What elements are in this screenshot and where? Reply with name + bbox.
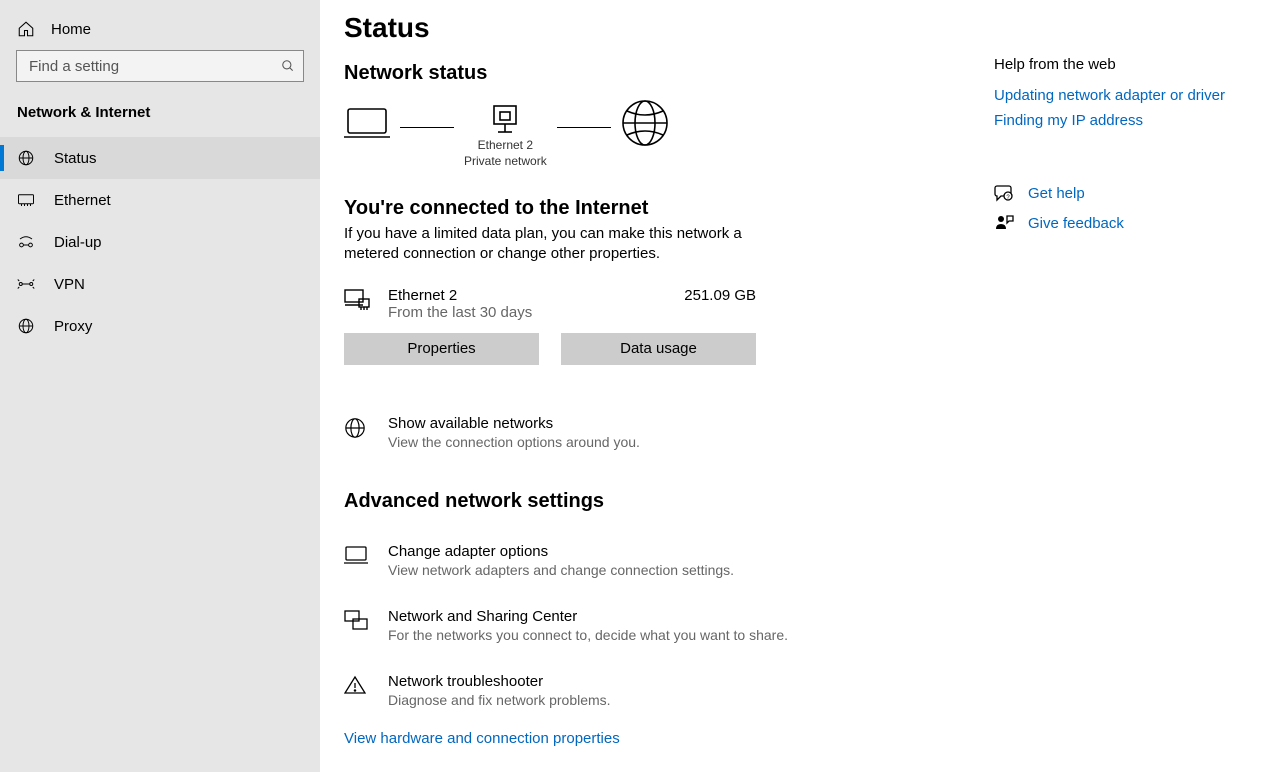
device-icon <box>344 105 390 169</box>
view-hardware-link[interactable]: View hardware and connection properties <box>344 730 970 747</box>
sidebar-item-dialup[interactable]: Dial-up <box>0 221 320 263</box>
dialup-icon <box>17 233 35 251</box>
action-title: Network and Sharing Center <box>388 608 788 625</box>
properties-button[interactable]: Properties <box>344 333 539 365</box>
action-title: Change adapter options <box>388 543 734 560</box>
page-title: Status <box>344 12 970 44</box>
ethernet-icon <box>17 191 35 209</box>
help-link-adapter[interactable]: Updating network adapter or driver <box>994 87 1264 104</box>
diagram-connector <box>557 127 611 128</box>
warning-icon <box>344 675 368 708</box>
home-label: Home <box>51 21 91 38</box>
sidebar-item-ethernet[interactable]: Ethernet <box>0 179 320 221</box>
sidebar-item-label: Ethernet <box>54 192 111 209</box>
adapter-icon <box>344 545 368 578</box>
data-usage-button[interactable]: Data usage <box>561 333 756 365</box>
home-nav[interactable]: Home <box>0 14 320 50</box>
action-title: Show available networks <box>388 415 640 432</box>
action-title: Network troubleshooter <box>388 673 611 690</box>
search-input[interactable] <box>27 57 281 76</box>
settings-window: Home Network & Internet Status Ethernet <box>0 0 1274 772</box>
network-diagram: Ethernet 2 Private network <box>344 99 970 175</box>
sidebar-item-vpn[interactable]: VPN <box>0 263 320 305</box>
network-type: Private network <box>464 154 547 170</box>
connection-name: Ethernet 2 <box>388 287 684 304</box>
sidebar-item-label: VPN <box>54 276 85 293</box>
globe-icon <box>344 417 368 450</box>
action-desc: Diagnose and fix network problems. <box>388 692 611 708</box>
connected-heading: You're connected to the Internet <box>344 197 970 220</box>
action-desc: View network adapters and change connect… <box>388 562 734 578</box>
connected-description: If you have a limited data plan, you can… <box>344 224 764 265</box>
help-panel: Help from the web Updating network adapt… <box>994 0 1274 772</box>
globe-icon <box>17 149 35 167</box>
search-icon <box>281 59 295 73</box>
home-icon <box>17 20 35 38</box>
sidebar-item-status[interactable]: Status <box>0 137 320 179</box>
sidebar: Home Network & Internet Status Ethernet <box>0 0 320 772</box>
help-link-ip[interactable]: Finding my IP address <box>994 112 1264 129</box>
feedback-label: Give feedback <box>1028 215 1124 232</box>
vpn-icon <box>17 275 35 293</box>
change-adapter-options[interactable]: Change adapter options View network adap… <box>344 543 970 578</box>
main-content: Status Network status Ethernet 2 Private… <box>320 0 994 772</box>
connection-subtitle: From the last 30 days <box>388 304 684 321</box>
network-troubleshooter[interactable]: Network troubleshooter Diagnose and fix … <box>344 673 970 708</box>
sidebar-item-label: Dial-up <box>54 234 102 251</box>
search-box[interactable] <box>16 50 304 82</box>
connection-row: Ethernet 2 From the last 30 days 251.09 … <box>344 287 756 321</box>
connection-ethernet-icon <box>344 289 368 311</box>
show-available-networks[interactable]: Show available networks View the connect… <box>344 415 970 450</box>
action-desc: View the connection options around you. <box>388 434 640 450</box>
advanced-heading: Advanced network settings <box>344 490 970 513</box>
help-heading: Help from the web <box>994 56 1264 73</box>
sidebar-item-label: Proxy <box>54 318 92 335</box>
search-container <box>0 50 320 96</box>
network-status-heading: Network status <box>344 62 970 85</box>
adapter-name: Ethernet 2 <box>478 138 533 154</box>
adapter-node: Ethernet 2 Private network <box>464 104 547 169</box>
sidebar-item-proxy[interactable]: Proxy <box>0 305 320 347</box>
sidebar-item-label: Status <box>54 150 97 167</box>
help-icon: ? <box>994 183 1014 203</box>
sharing-icon <box>344 610 368 643</box>
internet-icon <box>621 99 669 175</box>
sidebar-category: Network & Internet <box>0 96 320 137</box>
action-desc: For the networks you connect to, decide … <box>388 627 788 643</box>
network-sharing-center[interactable]: Network and Sharing Center For the netwo… <box>344 608 970 643</box>
feedback-icon <box>994 213 1014 233</box>
give-feedback[interactable]: Give feedback <box>994 213 1264 233</box>
diagram-connector <box>400 127 454 128</box>
connection-usage: 251.09 GB <box>684 287 756 304</box>
get-help-label: Get help <box>1028 185 1085 202</box>
get-help[interactable]: ? Get help <box>994 183 1264 203</box>
proxy-icon <box>17 317 35 335</box>
